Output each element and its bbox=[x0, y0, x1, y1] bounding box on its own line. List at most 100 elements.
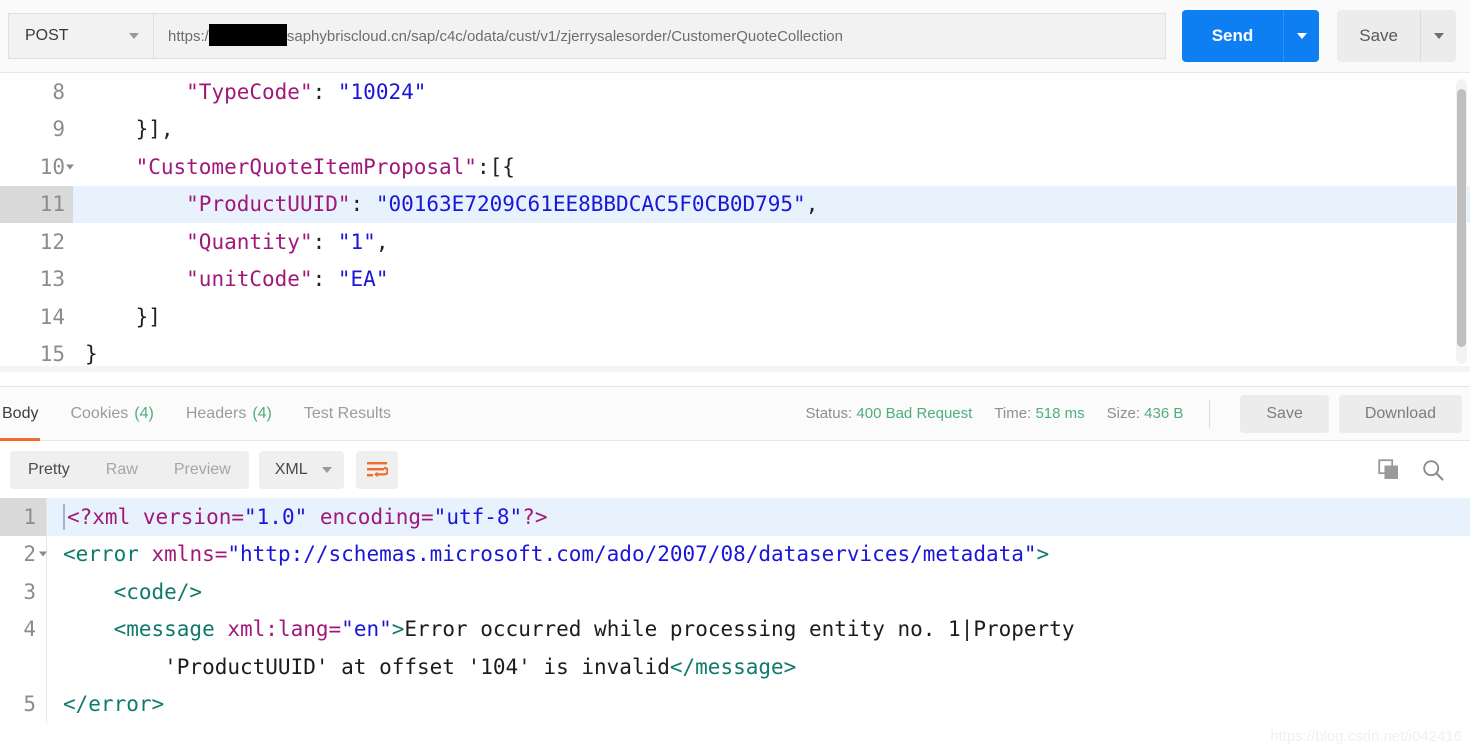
response-tab-body[interactable]: Body bbox=[0, 386, 54, 441]
code-line[interactable]: 'ProductUUID' at offset '104' is invalid… bbox=[0, 648, 1470, 686]
chevron-down-icon bbox=[1296, 33, 1307, 39]
response-format-toolbar: Pretty Raw Preview XML bbox=[0, 441, 1470, 498]
line-number: 9 bbox=[0, 110, 73, 148]
view-option-raw[interactable]: Raw bbox=[88, 451, 156, 489]
code-line[interactable]: 4 <message xml:lang= "en" > Error occurred … bbox=[0, 610, 1470, 648]
tab-label: Body bbox=[2, 404, 39, 422]
code-token: "en" bbox=[341, 617, 392, 642]
code-line[interactable]: 2 <error xmlns= "http://schemas.microsoft.… bbox=[0, 535, 1470, 573]
line-number: 2 bbox=[0, 535, 47, 573]
meta-divider bbox=[1209, 399, 1211, 428]
code-line[interactable]: 11 "ProductUUID": "00163E7209C61EE8BBDCA… bbox=[0, 185, 1470, 223]
code-text[interactable]: }] bbox=[73, 298, 1470, 336]
request-body-editor[interactable]: 8 "TypeCode": "10024" 9 }], 10 "CustomerQu… bbox=[0, 72, 1470, 372]
code-text[interactable]: <?xml version= "1.0" encoding= "utf-8" ?> bbox=[46, 498, 1470, 536]
line-number: 13 bbox=[0, 260, 73, 298]
send-button[interactable]: Send bbox=[1181, 10, 1284, 62]
word-wrap-toggle[interactable] bbox=[355, 450, 398, 489]
line-number: 12 bbox=[0, 223, 73, 261]
response-toolbar-actions bbox=[1378, 458, 1460, 481]
code-line[interactable]: 8 "TypeCode": "10024" bbox=[0, 73, 1470, 111]
time-label: Time: bbox=[994, 405, 1032, 422]
tab-label: Cookies bbox=[70, 404, 129, 422]
time-group: Time: 518 ms bbox=[994, 405, 1084, 422]
scrollbar-thumb[interactable] bbox=[1457, 89, 1466, 347]
code-token: "EA" bbox=[337, 267, 389, 292]
code-token: }] bbox=[85, 304, 161, 329]
copy-to-clipboard-button[interactable] bbox=[1378, 458, 1400, 481]
response-code-lines[interactable]: 1 <?xml version= "1.0" encoding= "utf-8" ?> 2… bbox=[0, 498, 1470, 723]
code-token: "10024" bbox=[337, 79, 427, 104]
view-option-preview[interactable]: Preview bbox=[156, 451, 249, 489]
code-text[interactable]: "TypeCode": "10024" bbox=[73, 73, 1470, 111]
fold-triangle-icon[interactable] bbox=[39, 551, 47, 557]
code-token: </error> bbox=[63, 692, 165, 717]
request-editor-horizontal-scrollbar[interactable] bbox=[0, 366, 1470, 372]
code-token: : bbox=[312, 229, 338, 254]
code-token: <message bbox=[113, 617, 228, 642]
view-option-pretty[interactable]: Pretty bbox=[10, 451, 88, 489]
code-line[interactable]: 10 "CustomerQuoteItemProposal":[{ bbox=[0, 148, 1470, 186]
code-text[interactable]: 'ProductUUID' at offset '104' is invalid… bbox=[46, 648, 1470, 686]
code-text[interactable]: <error xmlns= "http://schemas.microsoft.c… bbox=[46, 535, 1470, 573]
save-options-button[interactable] bbox=[1420, 10, 1456, 62]
code-token: : bbox=[350, 192, 376, 217]
code-line[interactable]: 9 }], bbox=[0, 110, 1470, 149]
code-text[interactable]: <message xml:lang= "en" > Error occurred wh… bbox=[46, 610, 1470, 648]
code-token: > bbox=[391, 617, 405, 642]
line-number: 10 bbox=[0, 148, 74, 186]
status-group: Status: 400 Bad Request bbox=[806, 405, 973, 422]
code-text[interactable]: "Quantity": "1", bbox=[73, 223, 1470, 261]
code-text[interactable]: </error> bbox=[46, 685, 1470, 723]
response-language-select[interactable]: XML bbox=[258, 450, 344, 489]
response-tab-headers[interactable]: Headers (4) bbox=[170, 386, 288, 441]
code-line[interactable]: 14 }] bbox=[0, 298, 1470, 336]
line-number bbox=[0, 648, 46, 686]
fold-triangle-icon[interactable] bbox=[66, 164, 74, 170]
code-text[interactable]: "ProductUUID": "00163E7209C61EE8BBDCAC5F… bbox=[73, 185, 1470, 223]
save-response-button[interactable]: Save bbox=[1240, 394, 1329, 433]
time-value: 518 ms bbox=[1035, 405, 1085, 422]
request-editor-vertical-scrollbar[interactable] bbox=[1456, 79, 1467, 364]
code-text[interactable]: }], bbox=[73, 111, 1470, 149]
code-line[interactable]: 5 </error> bbox=[0, 685, 1470, 723]
code-text[interactable]: "CustomerQuoteItemProposal":[{ bbox=[73, 148, 1470, 186]
download-response-button[interactable]: Download bbox=[1338, 394, 1462, 433]
request-url-input[interactable]: https:/ saphybriscloud.cn/sap/c4c/odata/c… bbox=[153, 13, 1166, 59]
code-line[interactable]: 1 <?xml version= "1.0" encoding= "utf-8" ?> bbox=[0, 498, 1470, 536]
code-text[interactable]: "unitCode": "EA" bbox=[73, 261, 1470, 299]
code-line[interactable]: 13 "unitCode": "EA" bbox=[0, 260, 1470, 299]
tab-count: (4) bbox=[134, 404, 154, 422]
chevron-down-icon bbox=[321, 466, 332, 473]
http-method-select[interactable]: POST bbox=[8, 13, 153, 59]
response-tab-cookies[interactable]: Cookies (4) bbox=[54, 386, 169, 441]
save-request-button[interactable]: Save bbox=[1337, 10, 1420, 62]
code-token: ?> bbox=[522, 504, 548, 529]
line-number: 5 bbox=[0, 685, 46, 723]
chevron-down-icon bbox=[129, 33, 139, 39]
code-line[interactable]: 3 <code/> bbox=[0, 573, 1470, 611]
http-method-label: POST bbox=[25, 27, 69, 44]
code-token: "00163E7209C61EE8BBDCAC5F0CB0D795" bbox=[375, 192, 806, 217]
code-token: , bbox=[375, 229, 389, 254]
response-language-label: XML bbox=[274, 460, 308, 478]
code-token: } bbox=[85, 342, 98, 367]
code-token: "TypeCode" bbox=[186, 79, 313, 104]
send-options-button[interactable] bbox=[1283, 10, 1320, 62]
code-token: <error bbox=[63, 542, 152, 567]
code-text[interactable]: <code/> bbox=[46, 573, 1470, 611]
request-code-lines[interactable]: 8 "TypeCode": "10024" 9 }], 10 "CustomerQu… bbox=[0, 73, 1470, 372]
response-body-viewer[interactable]: 1 <?xml version= "1.0" encoding= "utf-8" ?> 2… bbox=[0, 498, 1470, 753]
search-icon bbox=[1423, 459, 1444, 481]
code-line[interactable]: 12 "Quantity": "1", bbox=[0, 223, 1470, 261]
search-response-button[interactable] bbox=[1422, 459, 1444, 481]
send-button-group: Send bbox=[1181, 10, 1320, 62]
response-tab-test-results[interactable]: Test Results bbox=[288, 386, 407, 441]
code-token: :[{ bbox=[476, 154, 515, 179]
code-token: version= bbox=[142, 504, 245, 529]
code-token: > bbox=[1036, 542, 1050, 567]
